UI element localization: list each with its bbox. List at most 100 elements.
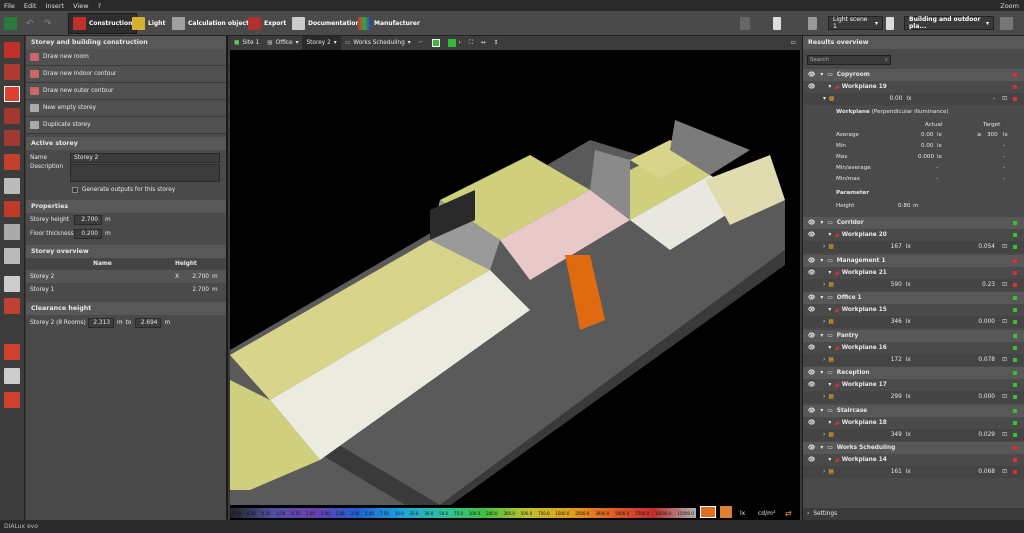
duplicate-storey-button[interactable]: Duplicate storey [26, 117, 226, 134]
room-row[interactable]: 👁 ▾ ▭ Corridor [803, 217, 1024, 229]
menu-help[interactable]: ? [98, 2, 101, 10]
unit-cd-button[interactable]: cd/m² [758, 510, 775, 517]
room-row[interactable]: 👁 ▾ ▭ Works Scheduling [803, 442, 1024, 454]
menu-file[interactable]: File [4, 2, 15, 10]
scene-icon-button[interactable] [808, 13, 822, 34]
eye-icon[interactable]: 👁 [808, 84, 815, 90]
documentation-tab[interactable]: Documentation [288, 13, 364, 34]
construction-tab[interactable]: Construction [68, 13, 138, 34]
room-row[interactable]: 👁 ▾ ▭ Staircase [803, 404, 1024, 417]
clearance-min-input[interactable]: 2.313 [88, 318, 114, 328]
room-row[interactable]: 👁 ▾ ▭ Management 1 [803, 254, 1024, 267]
tool-window-icon[interactable] [4, 276, 20, 292]
eye-icon[interactable]: 👁 [808, 333, 815, 339]
view-mode-button[interactable]: ⌐ [415, 36, 428, 50]
value-row[interactable]: › ▦ 167 lx 0.054 ⊡ [803, 241, 1024, 253]
menu-zoom[interactable]: Zoom [1000, 2, 1019, 10]
draw-indoor-contour-button[interactable]: Draw new indoor contour [26, 66, 226, 83]
light-tab[interactable]: Light [128, 13, 169, 34]
eye-icon[interactable]: 👁 [808, 370, 815, 376]
scene-edit-button[interactable] [886, 13, 900, 34]
eye-icon[interactable]: 👁 [808, 307, 815, 313]
manufacturer-tab[interactable]: Manufacturer [354, 13, 424, 34]
storey-row[interactable]: Storey 2 X 2.700 m [26, 270, 226, 283]
room-row[interactable]: 👁 ▾ ▭ Pantry [803, 329, 1024, 342]
false-color-button[interactable] [700, 506, 716, 518]
building-select[interactable]: Building and outdoor pla... ▾ [904, 16, 994, 30]
tool-floor-icon[interactable] [4, 108, 20, 124]
workplane-row[interactable]: 👁 ▾ ◢ Workplane 18 [803, 416, 1024, 429]
room-row-copyroom[interactable]: 👁 ▾ ▭ Copyroom [803, 69, 1024, 81]
eye-icon[interactable]: 👁 [808, 408, 815, 414]
floor-thickness-input[interactable]: 0.200 [74, 229, 102, 239]
redo-button[interactable]: ↷ [44, 13, 60, 34]
draw-outer-contour-button[interactable]: Draw new outer contour [26, 83, 226, 100]
tool-roof-icon[interactable] [4, 201, 20, 217]
room-crumb[interactable]: ▭ Works Scheduling ▾ [341, 36, 415, 50]
search-input[interactable]: Search ⌕ [807, 55, 891, 65]
site-crumb[interactable]: ■ Site 1 [230, 36, 263, 50]
toggle-green2-button[interactable]: › [444, 36, 465, 50]
save-button[interactable] [4, 13, 20, 34]
tool-cut-icon[interactable] [4, 298, 20, 314]
tool-ceiling-icon[interactable] [4, 130, 20, 146]
value-row[interactable]: › ▦ 172 lx 0.078 ⊡ [803, 353, 1024, 366]
tool-array-icon[interactable] [4, 392, 20, 408]
workplane-row[interactable]: 👁 ▾ ◢ Workplane 19 [803, 81, 1024, 93]
storey-name-input[interactable]: Storey 2 [70, 153, 220, 163]
fit-view-button[interactable]: ⛶ [465, 36, 477, 50]
menu-insert[interactable]: Insert [45, 2, 64, 10]
menu-edit[interactable]: Edit [24, 2, 37, 10]
eye-icon[interactable]: 👁 [808, 345, 815, 351]
workplane-row[interactable]: 👁 ▾ ◢ Workplane 15 [803, 304, 1024, 316]
tool-wall-icon[interactable] [4, 42, 20, 58]
eye-icon[interactable]: 👁 [808, 72, 815, 78]
delete-icon[interactable]: X [175, 274, 185, 280]
menu-view[interactable]: View [73, 2, 88, 10]
eye-icon[interactable]: 👁 [808, 232, 815, 238]
workplane-row[interactable]: 👁 ▾ ◢ Workplane 21 [803, 266, 1024, 279]
measure-h-button[interactable]: ↔ [477, 36, 490, 50]
description-input[interactable] [70, 164, 220, 182]
storey-height-input[interactable]: 2.700 [74, 215, 102, 225]
draw-new-room-button[interactable]: Draw new room [26, 49, 226, 66]
clearance-max-input[interactable]: 2.694 [135, 318, 162, 328]
eye-icon[interactable]: 👁 [808, 270, 815, 276]
tool-frame-icon[interactable] [4, 368, 20, 384]
workplane-row[interactable]: 👁 ▾ ◢ Workplane 14 [803, 454, 1024, 466]
measure-v-button[interactable]: ↕ [490, 36, 503, 50]
new-empty-storey-button[interactable]: New empty storey [26, 100, 226, 117]
value-row[interactable]: › ▦ 590 lx 0.23 ⊡ [803, 278, 1024, 291]
value-row[interactable]: › ▦ 349 lx 0.029 ⊡ [803, 428, 1024, 441]
eye-icon[interactable]: 👁 [808, 258, 815, 264]
workplane-row[interactable]: 👁 ▾ ◢ Workplane 17 [803, 379, 1024, 391]
3d-viewport[interactable]: ■ Site 1 ▦ Office ▾ Storey 2 ▾ ▭ Works Schedu… [230, 36, 800, 520]
export-tab[interactable]: Export [244, 13, 290, 34]
value-row[interactable]: › ▦ 161 lx 0.068 ⊡ [803, 466, 1024, 478]
view-toggle-button[interactable] [1000, 13, 1018, 34]
tool-object-icon[interactable] [4, 224, 20, 240]
swap-icon[interactable]: ⇄ [785, 509, 792, 518]
tool-room-icon[interactable] [4, 86, 20, 102]
eye-icon[interactable]: 👁 [808, 420, 815, 426]
eye-icon[interactable]: 👁 [808, 295, 815, 301]
storey-row[interactable]: Storey 1 2.700 m [26, 283, 226, 296]
eye-icon[interactable]: 👁 [808, 445, 815, 451]
light-scene-select[interactable]: Light scene 1 ▾ [828, 16, 883, 30]
room-row[interactable]: 👁 ▾ ▭ Office 1 [803, 292, 1024, 304]
tool-split-icon[interactable] [4, 344, 20, 360]
gray-scale-button[interactable] [720, 506, 732, 518]
undo-button[interactable]: ↶ [26, 13, 42, 34]
workplane-row[interactable]: 👁 ▾ ◢ Workplane 16 [803, 341, 1024, 354]
room-row[interactable]: 👁 ▾ ▭ Reception [803, 367, 1024, 379]
settings-bar[interactable]: › Settings [803, 508, 1024, 520]
value-row[interactable]: › ▦ 346 lx 0.000 ⊡ [803, 316, 1024, 328]
value-row[interactable]: ▾ ▦ 0.00 lx - ⊡ [803, 93, 1024, 105]
building-crumb[interactable]: ▦ Office ▾ [263, 36, 302, 50]
eye-icon[interactable]: 👁 [808, 382, 815, 388]
checkbox[interactable] [72, 187, 78, 193]
unit-lx-button[interactable]: lx [740, 510, 745, 517]
toggle-green-button[interactable] [428, 36, 444, 50]
eye-icon[interactable]: 👁 [808, 220, 815, 226]
tool-contour-icon[interactable] [4, 154, 20, 170]
